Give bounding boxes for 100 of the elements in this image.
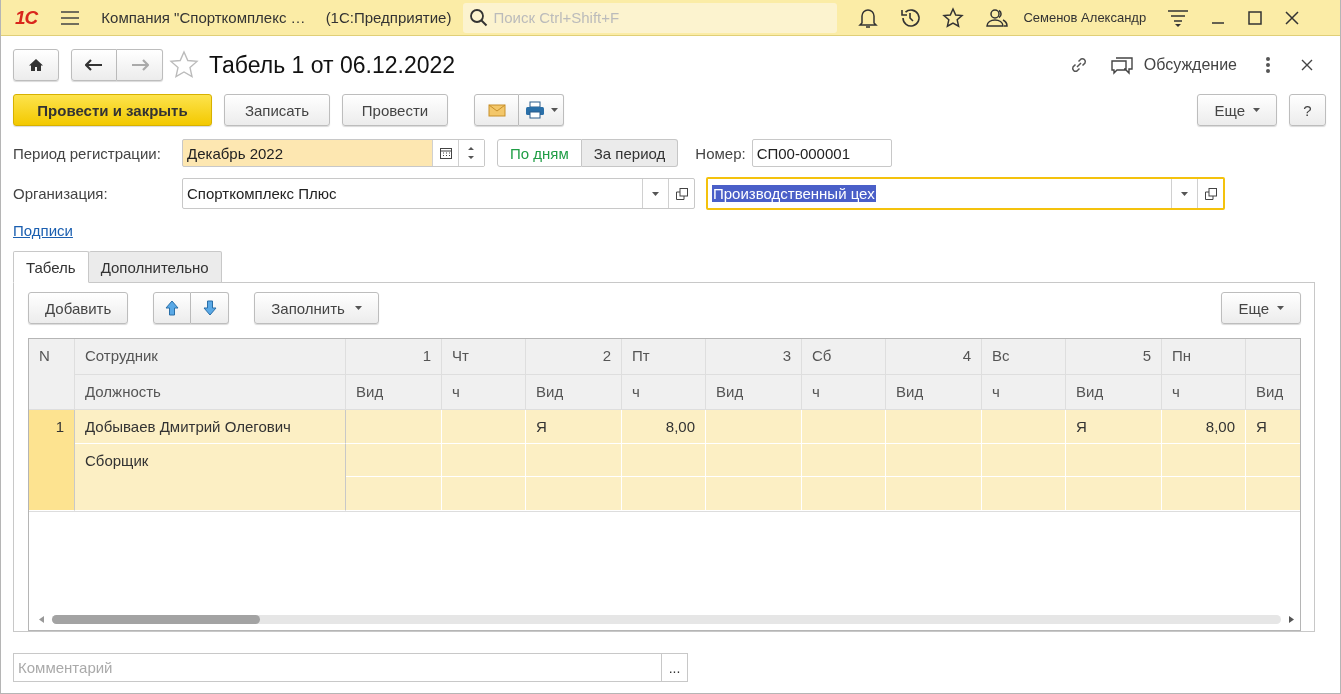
column-header[interactable]: Вид (886, 375, 982, 410)
filter-icon[interactable] (1167, 7, 1190, 28)
period-field[interactable]: Декабрь 2022 (182, 139, 485, 167)
table-cell[interactable] (802, 477, 886, 511)
column-header[interactable]: Вид (1066, 375, 1162, 410)
table-cell[interactable] (1066, 444, 1162, 477)
more-dots-icon[interactable] (1265, 56, 1271, 74)
column-header[interactable]: Чт (442, 339, 526, 375)
column-header[interactable]: Вид (346, 375, 442, 410)
select-button[interactable]: ... (662, 653, 688, 682)
column-header[interactable]: Пт (622, 339, 706, 375)
fill-button[interactable]: Заполнить (254, 292, 379, 324)
table-cell[interactable] (622, 477, 706, 511)
organization-field[interactable]: Спорткомплекс Плюс (182, 178, 695, 209)
table-cell[interactable] (802, 410, 886, 444)
calendar-button[interactable] (432, 140, 458, 166)
table-cell[interactable] (1162, 444, 1246, 477)
scroll-thumb[interactable] (52, 614, 260, 624)
table-cell[interactable] (706, 410, 802, 444)
table-cell[interactable] (706, 444, 802, 477)
column-header[interactable]: ч (622, 375, 706, 410)
table-cell[interactable] (442, 477, 526, 511)
star-icon[interactable] (942, 6, 965, 29)
column-header[interactable]: Вид (706, 375, 802, 410)
table-cell[interactable] (1246, 444, 1300, 477)
table-cell[interactable]: Я (1246, 410, 1300, 444)
column-header[interactable]: 2 (526, 339, 622, 375)
period-mode-toggle[interactable]: По дням (497, 139, 582, 167)
home-button[interactable] (13, 49, 59, 81)
column-header[interactable]: ч (1162, 375, 1246, 410)
table-cell[interactable]: Сборщик (75, 444, 346, 511)
command-button[interactable]: Записать (224, 94, 330, 126)
user-name[interactable]: Семенов Александр (1023, 10, 1147, 25)
table-cell[interactable] (982, 477, 1066, 511)
table-cell[interactable] (1246, 477, 1300, 511)
table-cell[interactable]: Я (1066, 410, 1162, 444)
table-cell[interactable] (886, 444, 982, 477)
column-header[interactable]: ч (442, 375, 526, 410)
table-cell[interactable] (622, 444, 706, 477)
number-field[interactable]: СП00-000001 (751, 139, 892, 167)
tab[interactable]: Табель (13, 251, 89, 283)
history-icon[interactable] (899, 6, 922, 29)
column-header[interactable]: Должность (75, 375, 346, 410)
table-cell[interactable]: Добываев Дмитрий Олегович (75, 410, 346, 444)
column-header[interactable]: 4 (886, 339, 982, 375)
move-down-button[interactable] (191, 292, 230, 324)
column-header[interactable]: Сотрудник (75, 339, 346, 375)
command-button[interactable]: Провести и закрыть (13, 94, 212, 126)
comment-field[interactable]: Комментарий (13, 653, 662, 682)
period-mode-toggle[interactable]: За период (581, 139, 679, 167)
column-header[interactable]: 1 (346, 339, 442, 375)
column-header[interactable]: Пн (1162, 339, 1246, 375)
bell-icon[interactable] (858, 6, 879, 29)
command-button[interactable]: Провести (342, 94, 448, 126)
search-field[interactable]: Поиск Ctrl+Shift+F (463, 2, 838, 33)
column-header[interactable]: Сб (802, 339, 886, 375)
discussion-button[interactable]: Обсуждение (1109, 54, 1237, 76)
close-icon[interactable] (1301, 59, 1313, 71)
table-cell[interactable]: 8,00 (1162, 410, 1246, 444)
column-header[interactable]: ч (802, 375, 886, 410)
table-cell[interactable] (982, 410, 1066, 444)
print-button[interactable] (519, 94, 564, 126)
table-cell[interactable]: Я (526, 410, 622, 444)
table-cell[interactable] (526, 477, 622, 511)
table-cell[interactable] (1066, 477, 1162, 511)
column-header[interactable]: N (29, 339, 75, 410)
add-button[interactable]: Добавить (28, 292, 129, 324)
table-cell[interactable] (886, 477, 982, 511)
more-button[interactable]: Еще (1221, 292, 1301, 324)
back-button[interactable] (71, 49, 117, 81)
table-cell[interactable] (442, 410, 526, 444)
maximize-icon[interactable] (1247, 9, 1264, 26)
table-cell[interactable] (982, 444, 1066, 477)
table-cell[interactable] (346, 477, 442, 511)
table-cell[interactable] (1162, 477, 1246, 511)
app-logo[interactable]: 1С (15, 6, 38, 29)
table-cell[interactable] (346, 410, 442, 444)
close-icon[interactable] (1284, 9, 1301, 26)
table-cell[interactable]: 8,00 (622, 410, 706, 444)
department-field[interactable]: Производственный цех (706, 177, 1225, 210)
column-header[interactable]: 5 (1066, 339, 1162, 375)
column-header[interactable]: ч (982, 375, 1066, 410)
table-cell[interactable] (706, 477, 802, 511)
table-cell[interactable] (802, 444, 886, 477)
table-cell[interactable] (442, 444, 526, 477)
users-icon[interactable] (985, 6, 1010, 29)
move-up-button[interactable] (153, 292, 192, 324)
help-button[interactable]: ? (1289, 94, 1326, 126)
signatures-link[interactable]: Подписи (13, 221, 73, 239)
menu-icon[interactable] (59, 8, 82, 27)
favorite-star-icon[interactable] (169, 50, 199, 80)
column-header[interactable]: Вс (982, 339, 1066, 375)
scroll-left-icon[interactable] (39, 615, 44, 623)
scroll-right-icon[interactable] (1289, 615, 1294, 623)
table-cell[interactable] (526, 444, 622, 477)
column-header[interactable]: Вид (526, 375, 622, 410)
table-cell[interactable] (886, 410, 982, 444)
tab[interactable]: Дополнительно (88, 251, 222, 283)
table-cell[interactable] (346, 444, 442, 477)
column-header[interactable]: 3 (706, 339, 802, 375)
